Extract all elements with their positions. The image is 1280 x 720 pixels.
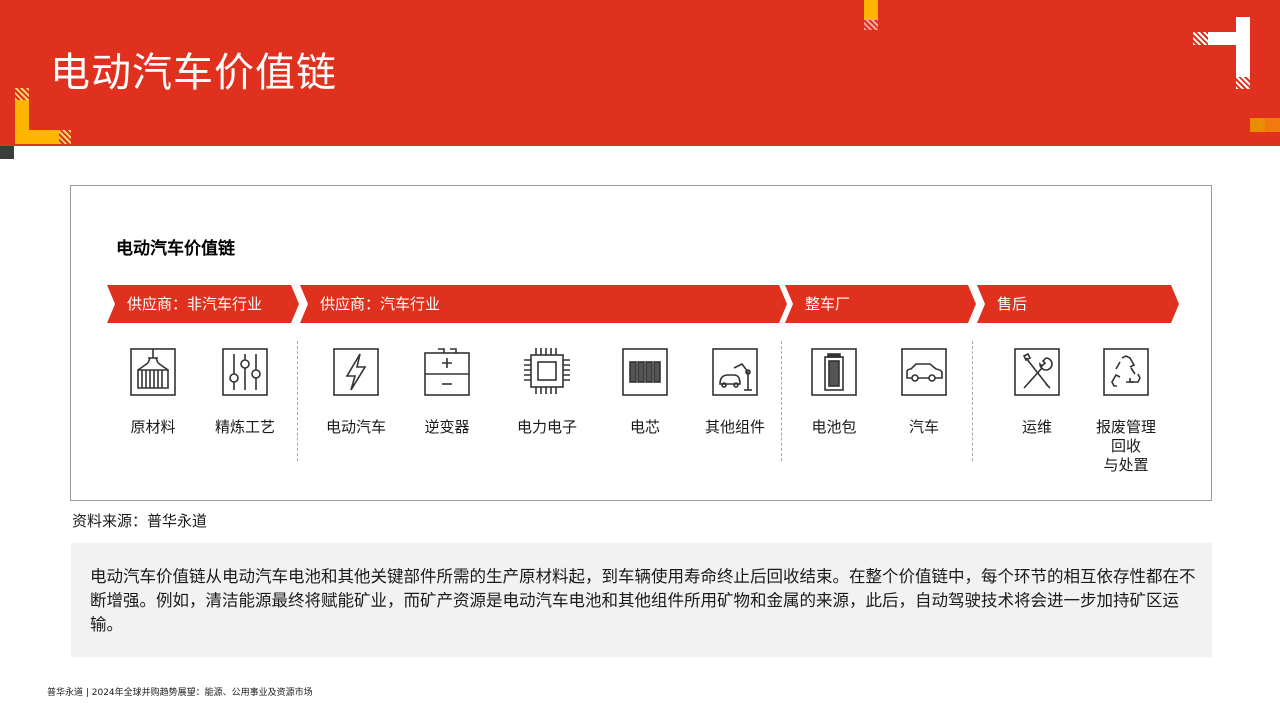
deco-hatch-left-top (15, 88, 29, 100)
item-label: 其他组件 (704, 418, 765, 436)
item-battery-pack: 电池包 (786, 346, 882, 437)
item-label-line: 报废管理 (1095, 418, 1156, 436)
item-refining: 精炼工艺 (197, 346, 293, 437)
item-car: 汽车 (876, 346, 972, 437)
stage-chevron-non-auto-supplier: 供应商：非汽车行业 (107, 285, 299, 323)
item-label: 运维 (1021, 418, 1052, 436)
item-label: 电芯 (629, 418, 660, 436)
item-raw-material: 原材料 (105, 346, 201, 437)
deco-hatch-top (864, 20, 878, 30)
deco-white-corner-vertical (1236, 17, 1250, 77)
item-label: 精炼工艺 (214, 418, 275, 436)
footer-text: 普华永道 | 2024年全球并购趋势展望：能源、公用事业及资源市场 (47, 688, 313, 698)
stage-chevron-auto-supplier: 供应商：汽车行业 (300, 285, 787, 323)
group-divider (297, 341, 298, 461)
item-label: 原材料 (130, 418, 176, 436)
raw-material-crane-icon (130, 348, 176, 396)
item-other-components: 其他组件 (687, 346, 783, 437)
value-chain-panel: 电动汽车价值链 供应商：非汽车行业 供应商：汽车行业 整车厂 售后 原材料 精炼… (70, 185, 1212, 501)
item-power-electronics: 电力电子 (499, 346, 595, 437)
summary-text: 电动汽车价值链从电动汽车电池和其他关键部件所需的生产原材料起，到车辆使用寿命终止… (90, 567, 1196, 634)
car-icon (901, 348, 947, 396)
item-label: 电力电子 (516, 418, 577, 436)
item-label-line: 回收 (1110, 437, 1141, 455)
page-title: 电动汽车价值链 (50, 50, 337, 96)
source-note: 资料来源：普华永道 (72, 512, 208, 530)
lightning-icon (333, 348, 379, 396)
deco-orange-square (1250, 118, 1265, 132)
stage-label: 整车厂 (805, 295, 851, 313)
deco-hatch-left-right (59, 130, 71, 144)
recycle-icon (1103, 348, 1149, 396)
robot-arm-car-icon (712, 348, 758, 396)
inverter-icon (424, 348, 470, 396)
stage-chevron-oem: 整车厂 (785, 285, 976, 323)
deco-yellow-l-horizontal (15, 130, 59, 144)
chip-icon (524, 348, 570, 394)
item-label-line: 与处置 (1103, 456, 1149, 474)
item-label: 汽车 (908, 418, 939, 436)
battery-pack-icon (811, 348, 857, 396)
item-inverter: 逆变器 (399, 346, 495, 437)
deco-orange-edge (1265, 118, 1280, 132)
deco-yellow-bar-top (864, 0, 878, 20)
item-label: 逆变器 (424, 418, 470, 436)
item-operations-maintenance: 运维 (989, 346, 1085, 437)
battery-cells-icon (622, 348, 668, 396)
item-ev: 电动汽车 (308, 346, 404, 437)
refining-sliders-icon (222, 348, 268, 396)
stage-label: 售后 (997, 295, 1028, 313)
deco-hatch-right-bottom (1236, 77, 1250, 89)
stage-chevron-aftermarket: 售后 (977, 285, 1179, 323)
stage-label: 供应商：非汽车行业 (127, 295, 263, 313)
item-battery-cell: 电芯 (597, 346, 693, 437)
summary-panel: 电动汽车价值链从电动汽车电池和其他关键部件所需的生产原材料起，到车辆使用寿命终止… (71, 543, 1212, 657)
group-divider (972, 341, 973, 461)
item-label: 报废管理 回收 与处置 (1078, 418, 1174, 475)
deco-dark-square (0, 146, 14, 159)
stage-label: 供应商：汽车行业 (320, 295, 441, 313)
deco-hatch-right-top (1193, 32, 1208, 45)
item-label: 电池包 (811, 418, 857, 436)
item-end-of-life: 报废管理 回收 与处置 (1078, 346, 1174, 475)
chart-title: 电动汽车价值链 (116, 239, 235, 259)
wrench-screwdriver-icon (1014, 348, 1060, 396)
item-label: 电动汽车 (325, 418, 386, 436)
